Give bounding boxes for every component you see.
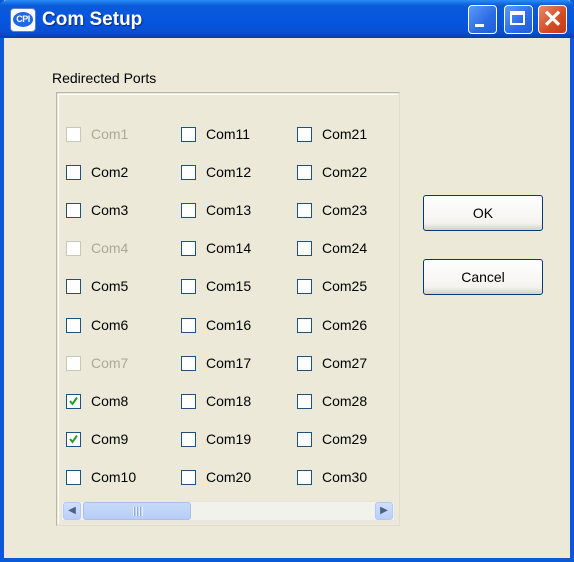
window-title: Com Setup bbox=[42, 9, 143, 30]
port-checkbox[interactable] bbox=[297, 127, 312, 142]
minimize-icon bbox=[475, 24, 484, 27]
scrollbar-thumb[interactable] bbox=[83, 502, 191, 520]
checkmark-icon bbox=[69, 434, 78, 444]
port-label: Com28 bbox=[322, 393, 368, 409]
port-checkbox[interactable] bbox=[297, 165, 312, 180]
port-label: Com2 bbox=[91, 164, 129, 180]
port-label: Com14 bbox=[206, 240, 252, 256]
port-checkbox[interactable] bbox=[297, 241, 312, 256]
port-label: Com20 bbox=[206, 469, 252, 485]
arrow-left-icon: ◀ bbox=[68, 505, 76, 516]
port-label: Com21 bbox=[322, 126, 368, 142]
port-checkbox[interactable] bbox=[297, 432, 312, 447]
port-label: Com25 bbox=[322, 278, 368, 294]
checkmark-icon bbox=[69, 396, 78, 406]
port-checkbox[interactable] bbox=[297, 318, 312, 333]
port-label: Com7 bbox=[91, 355, 129, 371]
cancel-button[interactable]: Cancel bbox=[423, 259, 543, 295]
redirected-ports-group bbox=[56, 92, 400, 526]
port-label: Com16 bbox=[206, 317, 252, 333]
port-label: Com12 bbox=[206, 164, 252, 180]
port-checkbox[interactable] bbox=[66, 318, 81, 333]
port-checkbox bbox=[66, 127, 81, 142]
grip-icon bbox=[133, 507, 143, 516]
port-checkbox[interactable] bbox=[181, 394, 196, 409]
port-checkbox[interactable] bbox=[181, 318, 196, 333]
port-checkbox bbox=[66, 356, 81, 371]
close-icon: ✕ bbox=[542, 6, 563, 33]
port-label: Com5 bbox=[91, 278, 129, 294]
port-checkbox[interactable] bbox=[181, 356, 196, 371]
port-label: Com13 bbox=[206, 202, 252, 218]
port-checkbox bbox=[66, 241, 81, 256]
port-label: Com23 bbox=[322, 202, 368, 218]
maximize-button[interactable] bbox=[504, 5, 533, 34]
port-checkbox[interactable] bbox=[66, 432, 81, 447]
port-checkbox[interactable] bbox=[66, 203, 81, 218]
port-label: Com27 bbox=[322, 355, 368, 371]
port-checkbox[interactable] bbox=[297, 203, 312, 218]
title-bar[interactable]: CPI Com Setup ✕ bbox=[0, 0, 574, 38]
port-checkbox[interactable] bbox=[297, 356, 312, 371]
scroll-right-button[interactable]: ▶ bbox=[375, 502, 393, 520]
port-checkbox[interactable] bbox=[66, 165, 81, 180]
port-label: Com15 bbox=[206, 278, 252, 294]
port-checkbox[interactable] bbox=[66, 279, 81, 294]
port-checkbox[interactable] bbox=[181, 241, 196, 256]
port-label: Com19 bbox=[206, 431, 252, 447]
arrow-right-icon: ▶ bbox=[380, 505, 388, 516]
port-label: Com8 bbox=[91, 393, 129, 409]
port-label: Com29 bbox=[322, 431, 368, 447]
horizontal-scrollbar[interactable]: ◀ ▶ bbox=[61, 501, 395, 521]
port-label: Com1 bbox=[91, 126, 129, 142]
port-label: Com17 bbox=[206, 355, 252, 371]
port-label: Com10 bbox=[91, 469, 137, 485]
port-checkbox[interactable] bbox=[297, 470, 312, 485]
port-checkbox[interactable] bbox=[181, 127, 196, 142]
minimize-button[interactable] bbox=[468, 5, 497, 34]
port-label: Com26 bbox=[322, 317, 368, 333]
port-checkbox[interactable] bbox=[66, 394, 81, 409]
ok-button[interactable]: OK bbox=[423, 195, 543, 231]
port-label: Com11 bbox=[206, 126, 251, 142]
port-label: Com24 bbox=[322, 240, 368, 256]
port-label: Com9 bbox=[91, 431, 129, 447]
close-button[interactable]: ✕ bbox=[538, 5, 567, 34]
port-checkbox[interactable] bbox=[181, 470, 196, 485]
port-label: Com6 bbox=[91, 317, 129, 333]
port-label: Com22 bbox=[322, 164, 368, 180]
port-checkbox[interactable] bbox=[181, 432, 196, 447]
port-label: Com30 bbox=[322, 469, 368, 485]
app-icon-text: CPI bbox=[13, 12, 33, 27]
app-icon[interactable]: CPI bbox=[10, 8, 36, 32]
port-checkbox[interactable] bbox=[297, 279, 312, 294]
maximize-icon bbox=[510, 11, 525, 25]
port-label: Com18 bbox=[206, 393, 252, 409]
redirected-ports-label: Redirected Ports bbox=[52, 70, 157, 86]
port-checkbox[interactable] bbox=[181, 165, 196, 180]
port-checkbox[interactable] bbox=[181, 203, 196, 218]
port-label: Com3 bbox=[91, 202, 129, 218]
port-label: Com4 bbox=[91, 240, 129, 256]
port-checkbox[interactable] bbox=[66, 470, 81, 485]
com-setup-window: CPI Com Setup ✕ Redirected Ports Com1 Com… bbox=[0, 0, 574, 562]
scroll-left-button[interactable]: ◀ bbox=[63, 502, 81, 520]
port-checkbox[interactable] bbox=[181, 279, 196, 294]
port-checkbox[interactable] bbox=[297, 394, 312, 409]
